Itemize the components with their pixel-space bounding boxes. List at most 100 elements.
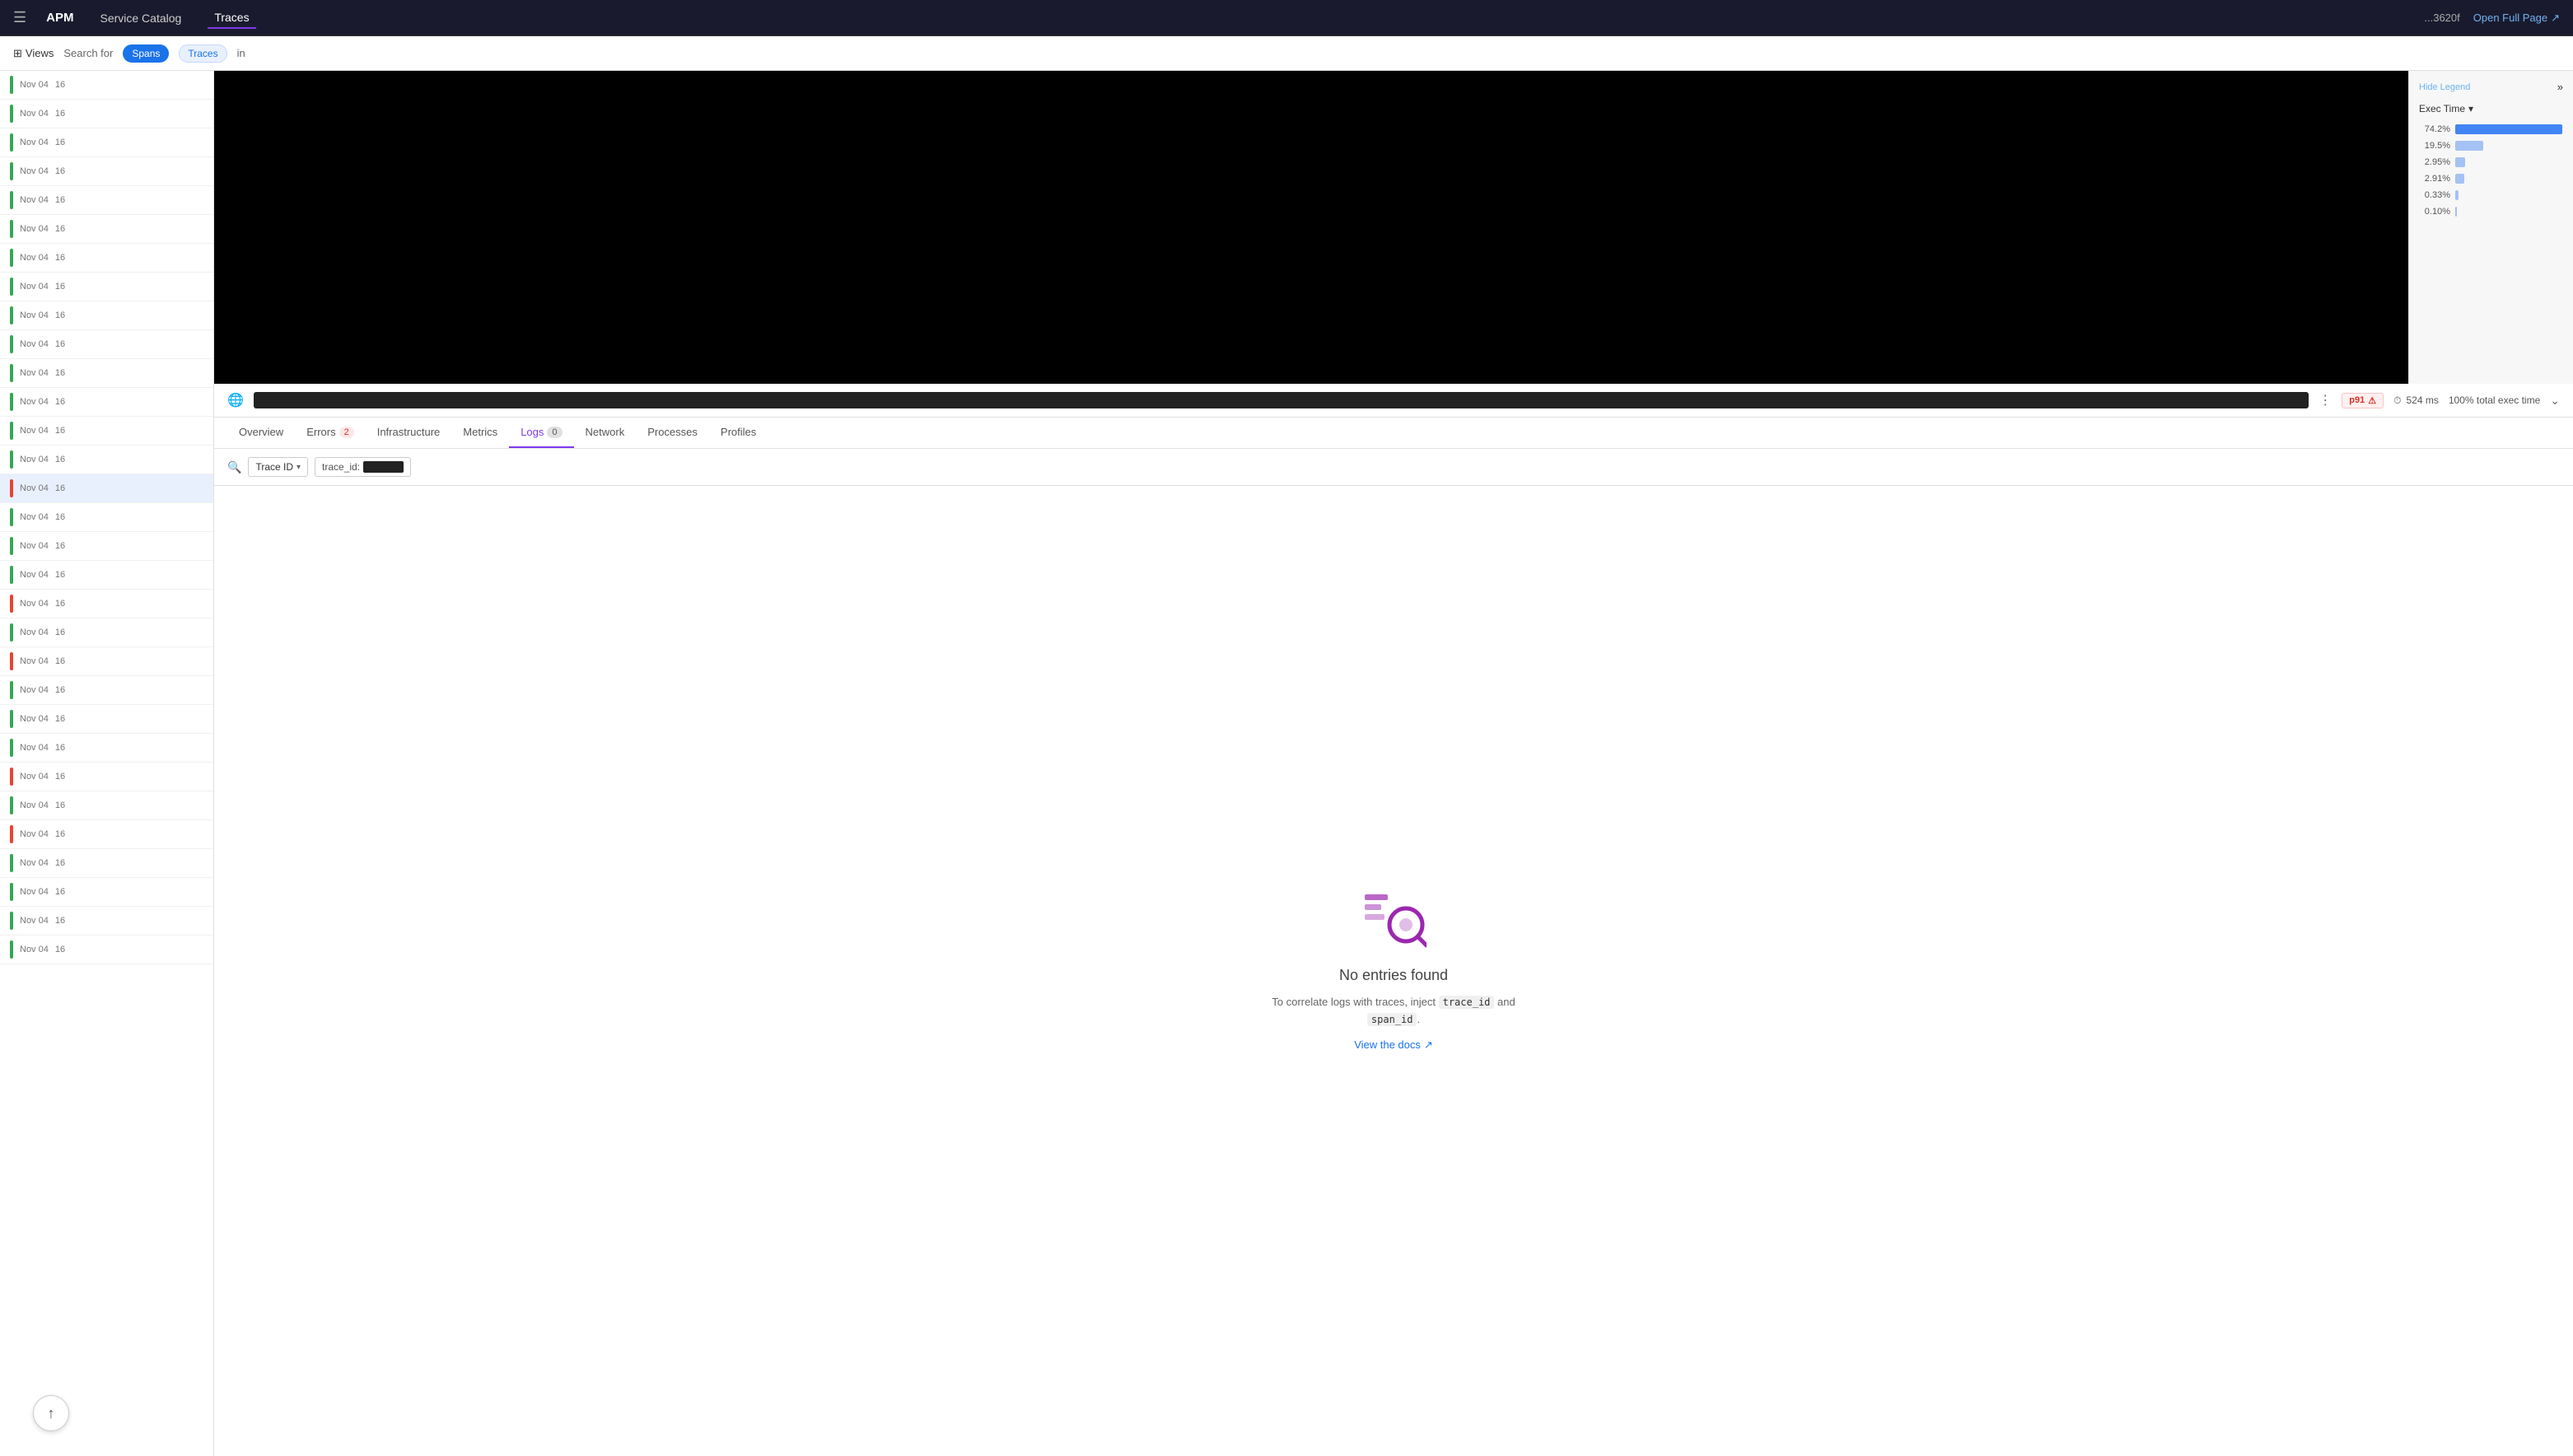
tab-label: Profiles (721, 426, 756, 438)
legend-bar (2455, 207, 2457, 217)
trace-list-item[interactable]: Nov 04 16 (0, 301, 213, 330)
trace-id-filter-value: trace_id: ...3620f (315, 457, 411, 477)
trace-list-item[interactable]: Nov 04 16 (0, 359, 213, 388)
trace-list-item[interactable]: Nov 04 16 (0, 791, 213, 820)
trace-date: Nov 04 (20, 109, 49, 119)
trace-time: 16 (55, 599, 65, 609)
hamburger-icon[interactable]: ☰ (13, 9, 26, 26)
legend-expand-icon[interactable]: » (2557, 81, 2563, 93)
legend-bar (2455, 124, 2562, 134)
span-tab-overview[interactable]: Overview (227, 418, 295, 448)
empty-state-icon (1361, 890, 1427, 950)
views-button[interactable]: ⊞ Views (13, 47, 54, 60)
traces-filter-pill[interactable]: Traces (179, 44, 226, 63)
trace-date: Nov 04 (20, 310, 49, 320)
trace-list-item[interactable]: Nov 04 16 (0, 532, 213, 561)
hide-legend-button[interactable]: Hide Legend (2419, 82, 2470, 92)
trace-list-item[interactable]: Nov 04 16 (0, 590, 213, 618)
trace-time: 16 (55, 426, 65, 436)
trace-list-item[interactable]: Nov 04 16 (0, 244, 213, 273)
right-panel: Hide Legend » Exec Time ▾ 74.2% 19.5% 2.… (214, 71, 2573, 1456)
trace-list-item[interactable]: Nov 04 16 (0, 100, 213, 128)
trace-date: Nov 04 (20, 656, 49, 666)
trace-date: Nov 04 (20, 339, 49, 349)
tab-label: Infrastructure (377, 426, 441, 438)
trace-status-indicator (10, 940, 13, 959)
trace-time: 16 (55, 685, 65, 695)
trace-list-item[interactable]: Nov 04 16 (0, 618, 213, 647)
trace-list-item[interactable]: Nov 04 16 (0, 474, 213, 503)
span-meta: p91 ⚠ ⏱ 524 ms 100% total exec time ⌄ (2342, 393, 2560, 408)
trace-list-item[interactable]: Nov 04 16 (0, 71, 213, 100)
trace-status-indicator (10, 681, 13, 699)
trace-list-item[interactable]: Nov 04 16 (0, 273, 213, 301)
trace-time: 16 (55, 368, 65, 378)
span-tab-profiles[interactable]: Profiles (709, 418, 768, 448)
legend-item: 74.2% (2419, 124, 2563, 134)
trace-list-item[interactable]: Nov 04 16 (0, 128, 213, 157)
trace-list-item[interactable]: Nov 04 16 (0, 388, 213, 417)
legend-bar-row: 0.10% (2419, 207, 2563, 217)
trace-status-indicator (10, 393, 13, 411)
trace-list-item[interactable]: Nov 04 16 (0, 446, 213, 474)
trace-date: Nov 04 (20, 743, 49, 753)
legend-bar (2455, 190, 2459, 200)
view-docs-link[interactable]: View the docs ↗ (1354, 1038, 1433, 1052)
legend-percentage: 2.95% (2419, 157, 2450, 167)
nav-service-catalog[interactable]: Service Catalog (93, 8, 188, 28)
trace-date: Nov 04 (20, 541, 49, 551)
trace-status-indicator (10, 450, 13, 469)
trace-list-item[interactable]: Nov 04 16 (0, 186, 213, 215)
trace-list-item[interactable]: Nov 04 16 (0, 157, 213, 186)
open-full-page-link[interactable]: Open Full Page ↗ (2473, 12, 2560, 25)
trace-list-item[interactable]: Nov 04 16 (0, 849, 213, 878)
span-tab-logs[interactable]: Logs0 (509, 418, 573, 448)
legend-sort-chevron: ▾ (2468, 103, 2473, 114)
legend-header: Hide Legend » (2419, 81, 2563, 93)
trace-list-item[interactable]: Nov 04 16 (0, 878, 213, 907)
trace-list-item[interactable]: Nov 04 16 (0, 907, 213, 936)
trace-status-indicator (10, 768, 13, 786)
trace-list-item[interactable]: Nov 04 16 (0, 330, 213, 359)
span-tab-network[interactable]: Network (574, 418, 637, 448)
scroll-up-button[interactable]: ↑ (33, 1395, 69, 1431)
trace-status-indicator (10, 825, 13, 843)
trace-status-indicator (10, 796, 13, 814)
trace-list-item[interactable]: Nov 04 16 (0, 561, 213, 590)
nav-traces[interactable]: Traces (208, 7, 255, 29)
trace-list-item[interactable]: Nov 04 16 (0, 676, 213, 705)
trace-status-indicator (10, 364, 13, 382)
span-tab-processes[interactable]: Processes (636, 418, 709, 448)
tab-label: Processes (647, 426, 698, 438)
more-options-button[interactable]: ⋮ (2319, 392, 2332, 408)
span-tab-infrastructure[interactable]: Infrastructure (366, 418, 452, 448)
trace-list-item[interactable]: Nov 04 16 (0, 734, 213, 763)
trace-list-item[interactable]: Nov 04 16 (0, 936, 213, 964)
trace-time: 16 (55, 743, 65, 753)
legend-sort-button[interactable]: Exec Time ▾ (2419, 103, 2563, 114)
top-navigation: ☰ APM Service Catalog Traces ...3620f Op… (0, 0, 2573, 36)
trace-list-item[interactable]: Nov 04 16 (0, 417, 213, 446)
span-tab-errors[interactable]: Errors2 (295, 418, 366, 448)
trace-list-item[interactable]: Nov 04 16 (0, 763, 213, 791)
trace-date: Nov 04 (20, 599, 49, 609)
span-tab-metrics[interactable]: Metrics (451, 418, 509, 448)
view-docs-external-icon: ↗ (1424, 1038, 1433, 1052)
trace-list-item[interactable]: Nov 04 16 (0, 215, 213, 244)
trace-time: 16 (55, 310, 65, 320)
trace-time: 16 (55, 945, 65, 954)
trace-list-item[interactable]: Nov 04 16 (0, 503, 213, 532)
tab-label: Overview (239, 426, 283, 438)
trace-list-item[interactable]: Nov 04 16 (0, 820, 213, 849)
collapse-button[interactable]: ⌄ (2550, 394, 2560, 408)
trace-status-indicator (10, 566, 13, 584)
trace-list-item[interactable]: Nov 04 16 (0, 705, 213, 734)
trace-status-indicator (10, 912, 13, 930)
spans-filter-pill[interactable]: Spans (123, 44, 169, 63)
trace-list-item[interactable]: Nov 04 16 (0, 647, 213, 676)
trace-id-filter-select[interactable]: Trace ID ▾ (248, 457, 308, 477)
trace-status-indicator (10, 162, 13, 180)
trace-time: 16 (55, 829, 65, 839)
span-tabs: Overview Errors2 Infrastructure MetricsLogs… (214, 418, 2573, 449)
legend-bar-row: 2.95% (2419, 157, 2563, 167)
